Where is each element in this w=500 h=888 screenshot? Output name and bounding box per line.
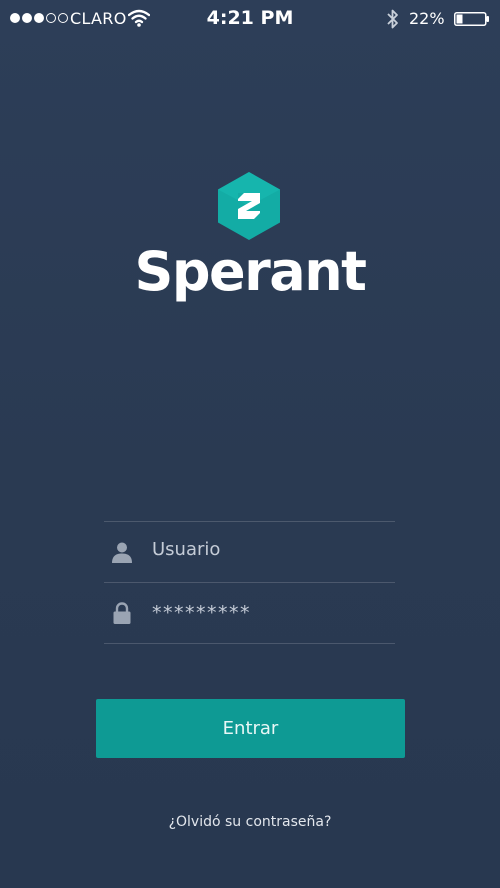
battery-icon [454, 12, 489, 26]
forgot-password-link[interactable]: ¿Olvidó su contraseña? [0, 814, 500, 830]
username-field[interactable]: Usuario [104, 521, 395, 582]
sperant-logo-icon [218, 172, 280, 240]
bluetooth-icon [387, 9, 398, 29]
battery-percentage: 22% [409, 9, 445, 28]
password-field[interactable]: ********* [104, 582, 395, 644]
username-placeholder: Usuario [152, 539, 221, 560]
brand-name: Sperant [134, 240, 368, 303]
user-icon [112, 542, 132, 563]
login-button[interactable]: Entrar [96, 699, 405, 758]
login-form: Usuario ********* [104, 521, 395, 644]
lock-icon [113, 602, 131, 624]
status-bar: CLARO 4:21 PM 22% [0, 0, 500, 38]
password-value: ********* [152, 602, 251, 624]
